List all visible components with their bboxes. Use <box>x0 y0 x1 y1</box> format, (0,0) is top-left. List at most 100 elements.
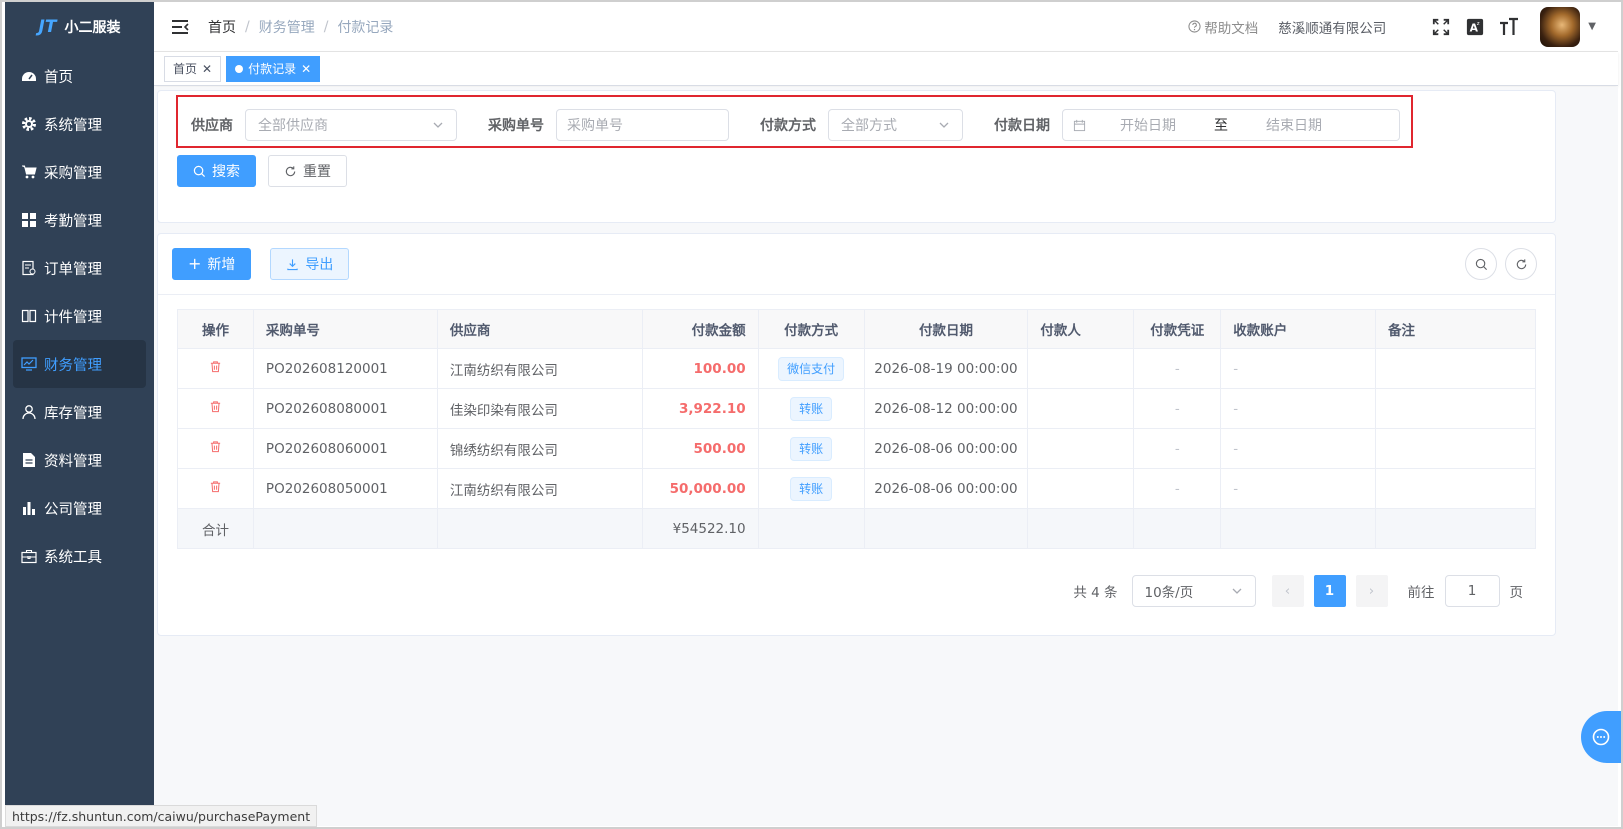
voucher-cell: - <box>1133 388 1222 429</box>
goto-page-input[interactable]: 1 <box>1444 575 1500 607</box>
table-row: PO202608080001 佳染印染有限公司 3,922.10 转账 2026-08-… <box>177 388 1536 429</box>
refresh-button[interactable] <box>1505 248 1537 280</box>
help-docs-label: 帮助文档 <box>1204 20 1259 37</box>
logo[interactable]: JT 小二服装 <box>5 2 154 52</box>
chat-icon <box>1592 728 1610 746</box>
user-icon <box>21 404 37 420</box>
page-size-select[interactable]: 10条/页 <box>1131 575 1256 607</box>
supplier-cell: 江南纺织有限公司 <box>436 468 643 509</box>
payment-method-tag: 转账 <box>790 396 833 421</box>
sidebar-item-10[interactable]: 系统工具 <box>5 532 154 580</box>
method-label: 付款方式 <box>760 118 816 134</box>
remark-cell <box>1375 348 1536 389</box>
logo-mark: JT <box>38 17 57 37</box>
language-icon[interactable]: Az <box>1464 16 1486 38</box>
table-card: + 新增 导出 操作 采购单号 供应商 付款金额 付款方式 付款日期 付款人 付… <box>157 233 1556 636</box>
sidebar: JT 小二服装 首页系统管理采购管理 考勤管理 订单管理 计件管理 财务管理 库存管理 资料… <box>5 2 154 826</box>
toggle-search-button[interactable] <box>1465 248 1497 280</box>
export-button[interactable]: 导出 <box>270 248 350 280</box>
date-cell: 2026-08-19 00:00:00 <box>863 348 1029 389</box>
reset-button[interactable]: 重置 <box>268 155 347 187</box>
date-separator: 至 <box>1214 118 1228 134</box>
page-number[interactable]: 1 <box>1313 575 1346 607</box>
tag-home[interactable]: 首页 ✕ <box>164 55 222 82</box>
trash-icon[interactable] <box>209 401 222 417</box>
summary-amount: ¥54522.10 <box>641 508 759 549</box>
col-header: 付款日期 <box>863 309 1029 349</box>
font-size-icon[interactable] <box>1498 16 1520 38</box>
close-icon[interactable]: ✕ <box>202 62 212 76</box>
logo-text: 小二服装 <box>64 20 121 36</box>
prev-page-button[interactable]: ‹ <box>1271 575 1304 607</box>
document-icon <box>21 452 37 468</box>
po-label: 采购单号 <box>488 118 544 134</box>
tag-payment-records[interactable]: 付款记录 ✕ <box>226 55 321 82</box>
col-header: 供应商 <box>436 309 643 349</box>
sidebar-item-label: 首页 <box>44 69 73 86</box>
reset-button-label: 重置 <box>303 164 331 180</box>
summary-row: 合计 ¥54522.10 <box>177 508 1536 549</box>
sidebar-item-5[interactable]: 计件管理 <box>5 292 154 340</box>
page-size-value: 10条/页 <box>1144 585 1194 601</box>
pagination-total: 共 4 条 <box>1073 585 1118 601</box>
sidebar-item-7[interactable]: 库存管理 <box>5 388 154 436</box>
search-icon <box>193 165 206 177</box>
breadcrumb-home[interactable]: 首页 <box>208 17 236 37</box>
sidebar-item-0[interactable]: 首页 <box>5 52 154 100</box>
next-page-button[interactable]: › <box>1355 575 1388 607</box>
search-button[interactable]: 搜索 <box>177 155 256 187</box>
sidebar-item-1[interactable]: 系统管理 <box>5 100 154 148</box>
end-date-placeholder[interactable]: 结束日期 <box>1266 115 1322 135</box>
remark-cell <box>1375 428 1536 469</box>
po-input[interactable]: 采购单号 <box>556 109 729 141</box>
avatar[interactable] <box>1540 6 1581 47</box>
trash-icon[interactable] <box>209 481 222 497</box>
summary-empty <box>1220 508 1377 549</box>
download-icon <box>287 258 299 270</box>
col-header: 采购单号 <box>252 309 438 349</box>
method-cell: 转账 <box>757 388 865 429</box>
sidebar-item-label: 系统管理 <box>44 117 102 134</box>
po-placeholder: 采购单号 <box>567 118 623 134</box>
date-cell: 2026-08-06 00:00:00 <box>863 428 1029 469</box>
sidebar-item-6[interactable]: 财务管理 <box>13 340 146 388</box>
sidebar-item-4[interactable]: 订单管理 <box>5 244 154 292</box>
start-date-placeholder[interactable]: 开始日期 <box>1120 115 1176 135</box>
breadcrumb-separator: / <box>245 18 250 35</box>
action-cell <box>177 388 254 429</box>
summary-empty <box>436 508 643 549</box>
payer-cell <box>1027 348 1135 389</box>
po-cell: PO202608060001 <box>252 428 438 469</box>
grid-icon <box>21 212 37 228</box>
po-cell: PO202608050001 <box>252 468 438 509</box>
po-cell: PO202608080001 <box>252 388 438 429</box>
trash-icon[interactable] <box>209 361 222 377</box>
sidebar-item-8[interactable]: 资料管理 <box>5 436 154 484</box>
date-range-picker[interactable]: 开始日期 至 结束日期 <box>1062 109 1400 141</box>
fullscreen-icon[interactable] <box>1430 16 1452 38</box>
navbar: 首页 / 财务管理 / 付款记录 帮助文档 慈溪顺通有限公司 Az ▼ <box>154 2 1618 52</box>
action-cell <box>177 428 254 469</box>
sidebar-item-2[interactable]: 采购管理 <box>5 148 154 196</box>
amount-cell: 3,922.10 <box>641 388 759 429</box>
close-icon[interactable]: ✕ <box>301 62 311 76</box>
company-name: 慈溪顺通有限公司 <box>1278 20 1387 37</box>
hamburger-icon[interactable] <box>170 17 190 37</box>
caret-down-icon[interactable]: ▼ <box>1588 21 1596 32</box>
supplier-select[interactable]: 全部供应商 <box>245 109 457 141</box>
col-header: 付款金额 <box>641 309 759 349</box>
sidebar-item-9[interactable]: 公司管理 <box>5 484 154 532</box>
method-select[interactable]: 全部方式 <box>828 109 963 141</box>
amount-cell: 500.00 <box>641 428 759 469</box>
tag-label: 付款记录 <box>248 62 297 76</box>
help-docs-link[interactable]: 帮助文档 <box>1188 17 1258 37</box>
payer-cell <box>1027 388 1135 429</box>
add-button-label: 新增 <box>207 257 236 273</box>
summary-empty <box>1027 508 1135 549</box>
sidebar-menu: 首页系统管理采购管理 考勤管理 订单管理 计件管理 财务管理 库存管理 资料管理 公司管理 系统… <box>5 52 154 580</box>
voucher-cell: - <box>1133 348 1222 389</box>
col-header: 付款人 <box>1027 309 1135 349</box>
sidebar-item-3[interactable]: 考勤管理 <box>5 196 154 244</box>
add-button[interactable]: + 新增 <box>172 248 252 280</box>
trash-icon[interactable] <box>209 441 222 457</box>
